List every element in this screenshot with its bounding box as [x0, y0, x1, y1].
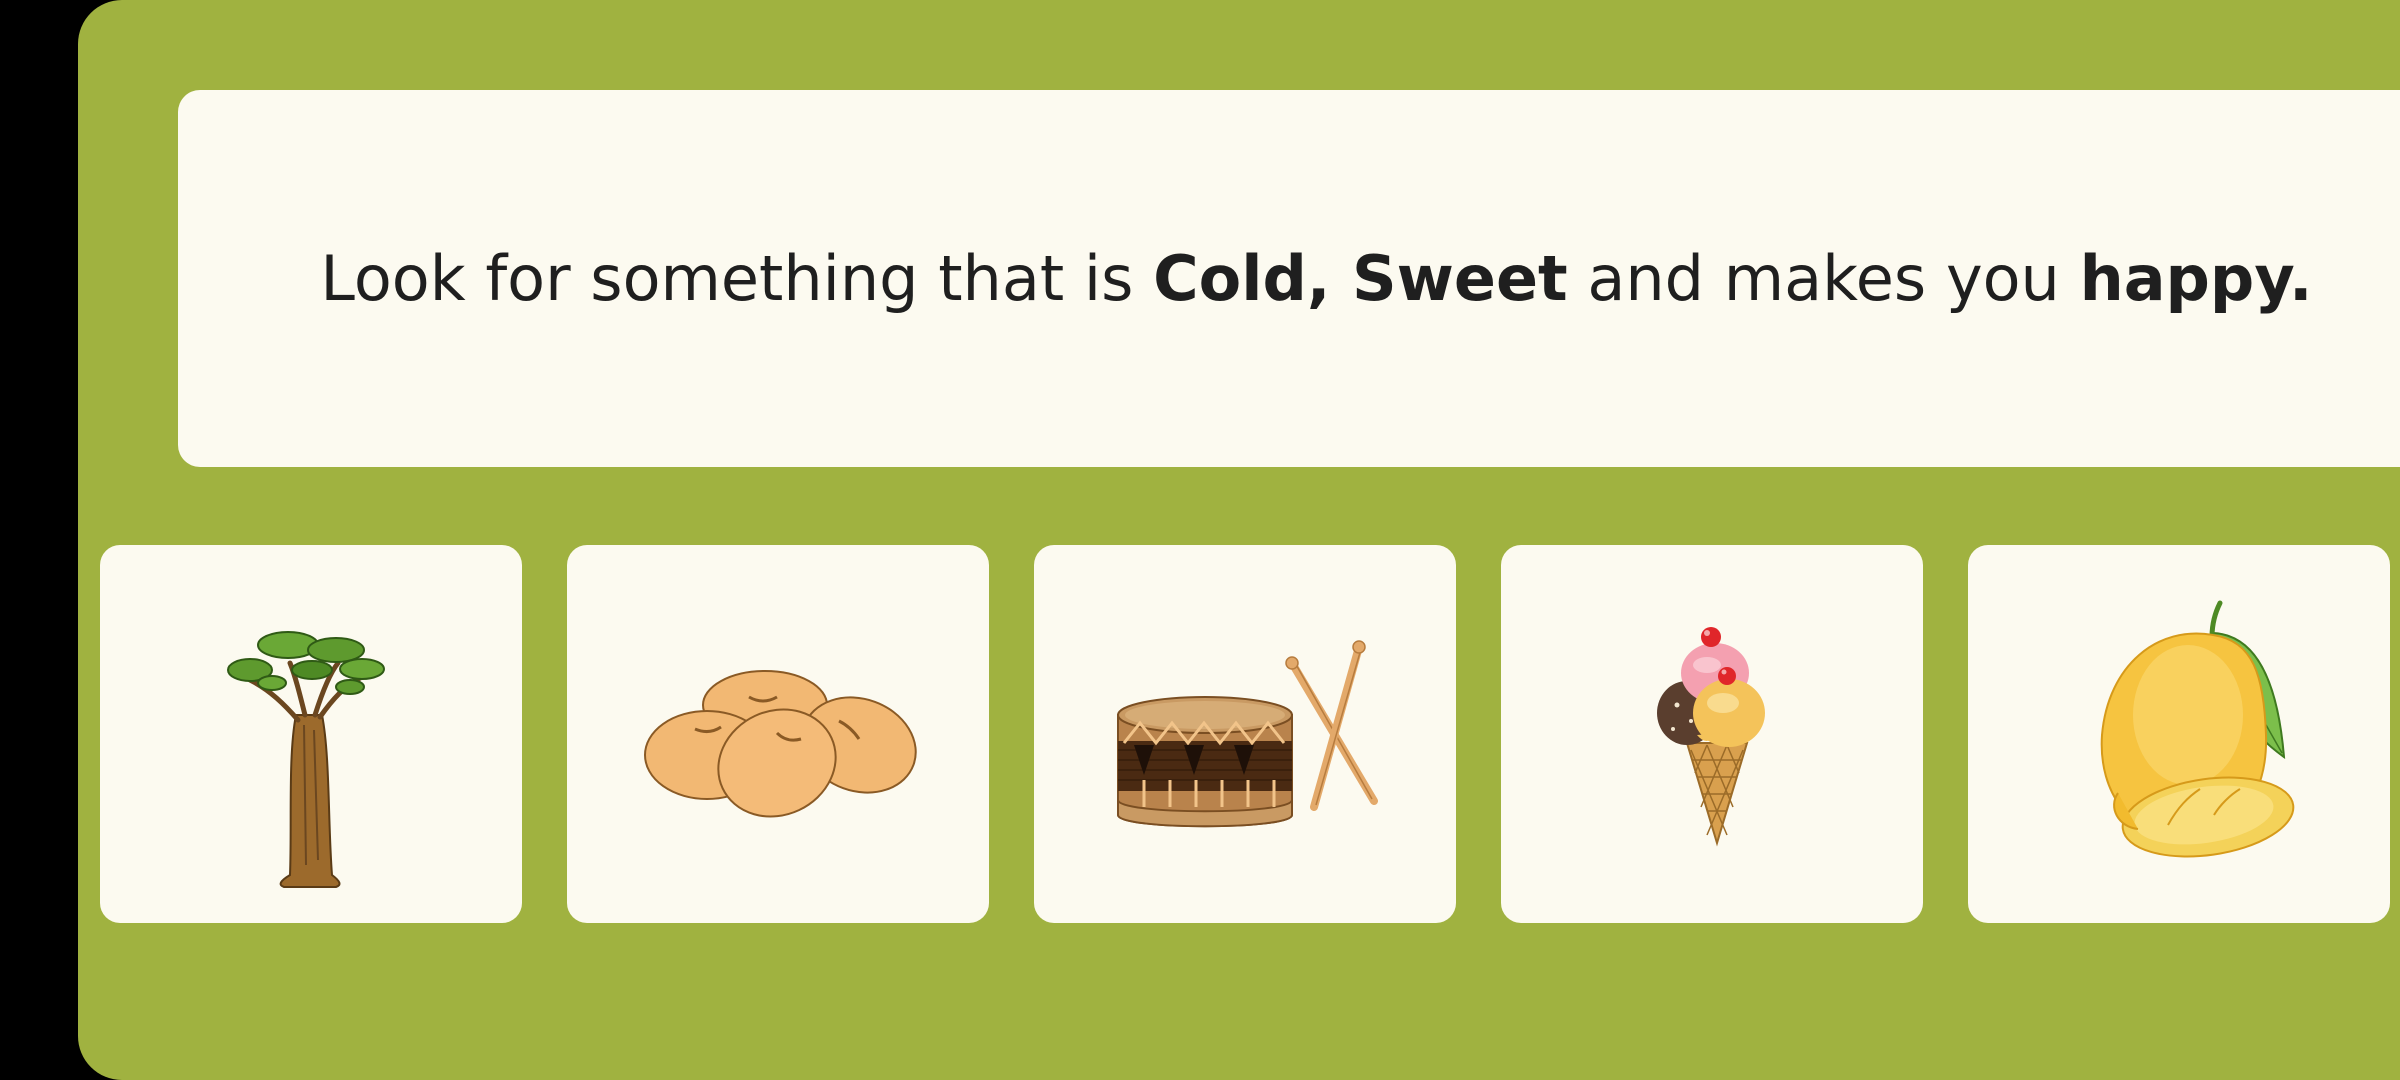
prompt-text: Look for something that is Cold, Sweet a…: [320, 242, 2312, 315]
option-card-ice-cream[interactable]: [1501, 545, 1923, 923]
ice-cream-icon: [1657, 627, 1765, 847]
prompt-card: Look for something that is Cold, Sweet a…: [178, 90, 2400, 467]
beans-icon: [644, 670, 917, 818]
prompt-keyword-happy: happy.: [2079, 242, 2313, 315]
option-card-mango[interactable]: [1968, 545, 2390, 923]
option-card-baobab[interactable]: [100, 545, 522, 923]
baobab-tree-icon: [227, 631, 385, 888]
option-card-beans[interactable]: [567, 545, 989, 923]
prompt-keyword-cold-sweet: Cold, Sweet: [1153, 242, 1568, 315]
prompt-text-part2: and makes you: [1567, 242, 2080, 315]
drum-icon: [1117, 640, 1378, 828]
option-card-drum[interactable]: [1034, 545, 1456, 923]
game-screen: Look for something that is Cold, Sweet a…: [78, 0, 2400, 1080]
mango-icon: [2100, 600, 2295, 858]
prompt-text-part1: Look for something that is: [320, 242, 1154, 315]
